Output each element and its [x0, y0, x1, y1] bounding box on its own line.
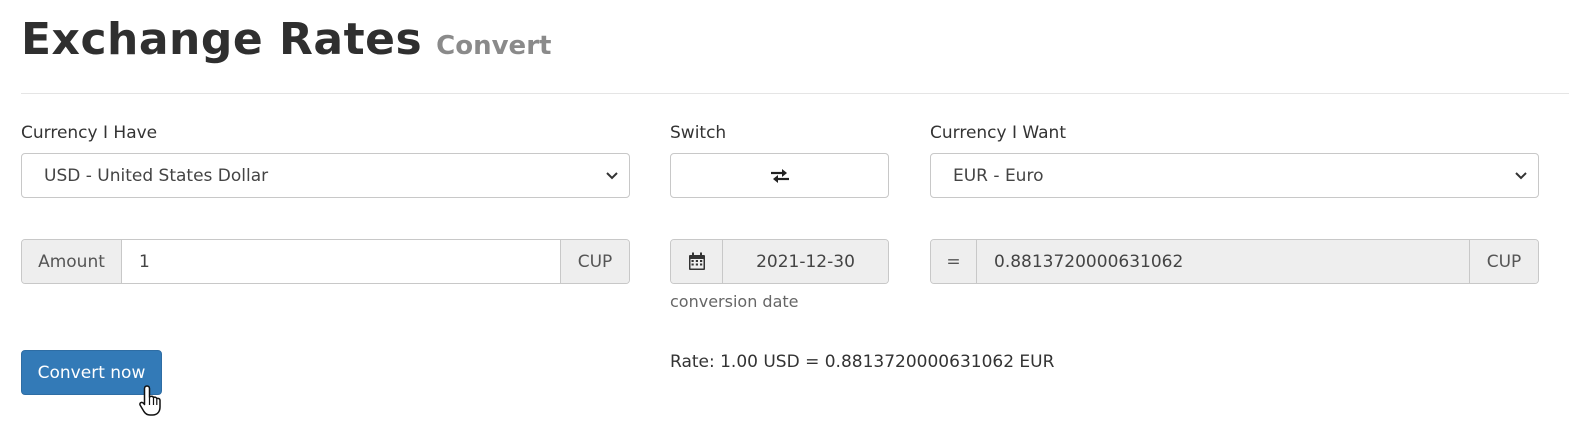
- conversion-date-input[interactable]: 2021-12-30: [723, 240, 888, 283]
- amount-currency-suffix: CUP: [560, 240, 629, 283]
- amount-input-group: Amount 1 CUP: [21, 239, 630, 284]
- amount-prefix: Amount: [22, 240, 122, 283]
- currency-want-value: EUR - Euro: [953, 165, 1044, 186]
- currency-want-select[interactable]: EUR - Euro: [930, 153, 1539, 198]
- currency-want-label: Currency I Want: [930, 123, 1066, 143]
- result-value: 0.8813720000631062: [977, 240, 1469, 283]
- calendar-icon: [688, 252, 705, 270]
- currency-have-select[interactable]: USD - United States Dollar: [21, 153, 630, 198]
- swap-arrows-icon: [770, 168, 789, 183]
- hand-cursor-icon: [139, 385, 161, 416]
- switch-button[interactable]: [670, 153, 889, 198]
- result-currency-suffix: CUP: [1469, 240, 1538, 283]
- page-title: Exchange Rates: [21, 14, 423, 65]
- currency-have-label: Currency I Have: [21, 123, 158, 143]
- date-input-group: 2021-12-30: [670, 239, 889, 284]
- currency-have-value: USD - United States Dollar: [44, 165, 269, 186]
- rate-text: Rate: 1.00 USD = 0.8813720000631062 EUR: [670, 352, 1055, 372]
- page-header: Exchange Rates Convert: [21, 14, 551, 65]
- amount-input[interactable]: 1: [122, 240, 560, 283]
- result-input-group: = 0.8813720000631062 CUP: [930, 239, 1539, 284]
- chevron-down-icon: [606, 172, 618, 180]
- conversion-date-helper: conversion date: [670, 292, 799, 311]
- header-divider: [21, 93, 1569, 94]
- page-subtitle: Convert: [436, 31, 552, 61]
- equals-prefix: =: [931, 240, 977, 283]
- calendar-addon[interactable]: [671, 240, 723, 283]
- chevron-down-icon: [1515, 172, 1527, 180]
- switch-label: Switch: [670, 123, 727, 143]
